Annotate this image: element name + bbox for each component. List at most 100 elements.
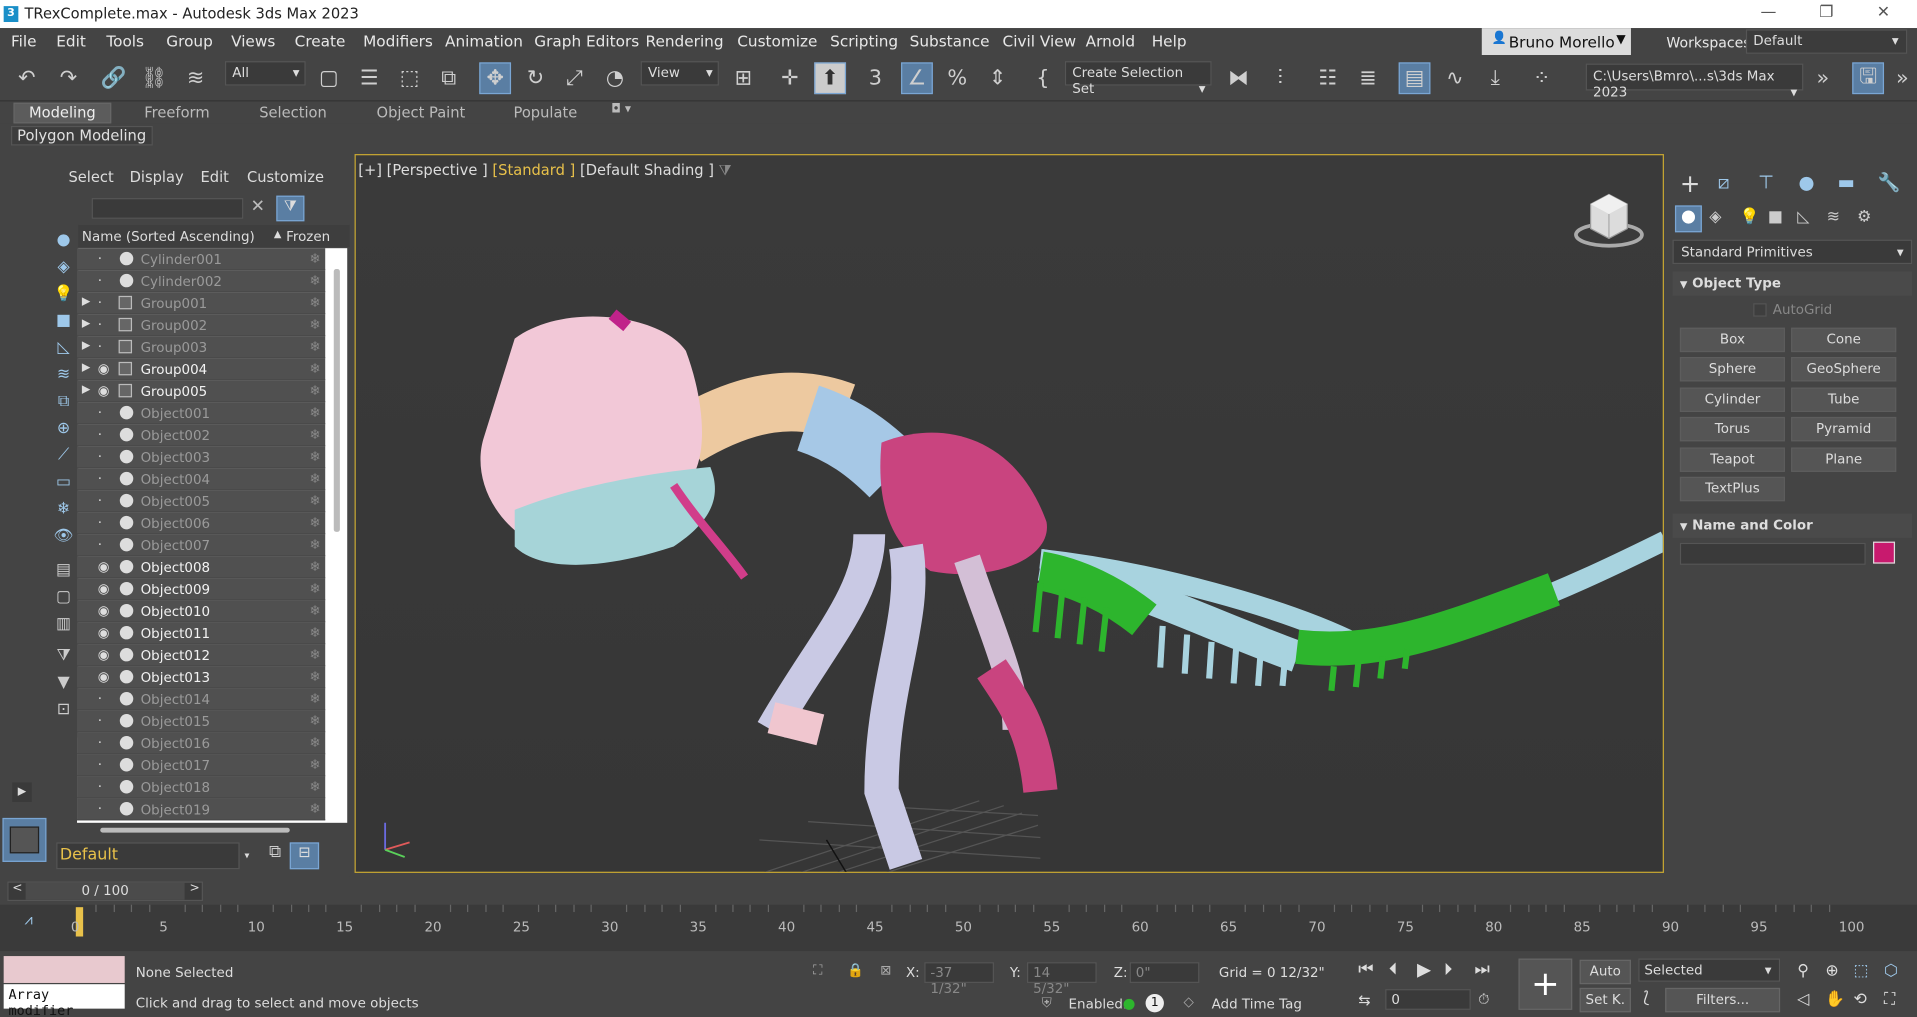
set-key-big-button[interactable]: + [1518, 958, 1573, 1010]
eye-hidden-icon[interactable]: · [98, 471, 102, 487]
hierarchy-tab-icon[interactable]: ⊤ [1758, 171, 1774, 193]
selection-options-icon[interactable]: ⊡ [53, 701, 75, 721]
select-object-icon[interactable]: ▢ [313, 62, 345, 94]
selection-filter-dropdown[interactable]: All ▾ [224, 61, 306, 86]
tab-modeling[interactable]: Modeling [13, 102, 112, 124]
select-place-icon[interactable]: ◔ [599, 62, 631, 94]
freeze-icon[interactable]: ❄ [309, 691, 320, 707]
enabled-count-badge[interactable]: 1 [1145, 993, 1164, 1013]
scene-row[interactable]: · Object019 ❄ [77, 798, 326, 821]
systems-icon[interactable]: ⚙ [1857, 208, 1871, 226]
freeze-icon[interactable]: ❄ [309, 757, 320, 773]
go-to-start-icon[interactable]: ⏮ [1358, 960, 1373, 980]
filter-toggle-icon[interactable]: ⧩ [276, 195, 305, 222]
menu-arnold[interactable]: Arnold [1086, 32, 1135, 50]
eye-hidden-icon[interactable]: · [98, 449, 102, 465]
expand-arrow-icon[interactable]: ▶ [82, 340, 90, 352]
polygon-modeling-label[interactable]: Polygon Modeling [11, 125, 153, 146]
eye-hidden-icon[interactable]: · [98, 757, 102, 773]
maximize-viewport-icon[interactable]: ⛶ [1884, 990, 1895, 1008]
minimize-icon[interactable]: — [1761, 4, 1777, 22]
scene-row[interactable]: · Cylinder001 ❄ [77, 248, 326, 271]
category-dropdown[interactable]: Standard Primitives ▾ [1672, 239, 1913, 265]
scene-row[interactable]: ◉ Object010 ❄ [77, 600, 326, 623]
isolate-icon[interactable]: ⛶ [813, 962, 822, 979]
pan-icon[interactable]: ✋ [1825, 990, 1845, 1008]
display-invert-icon[interactable]: ▥ [53, 615, 75, 635]
eye-hidden-icon[interactable]: · [98, 537, 102, 553]
object-color-swatch[interactable] [1873, 541, 1896, 564]
freeze-icon[interactable]: ❄ [309, 735, 320, 751]
chevron-double-right-icon[interactable]: » [1807, 62, 1839, 94]
select-manipulate-icon[interactable]: ✛ [774, 62, 806, 94]
display-none-icon[interactable]: ▢ [53, 588, 75, 608]
helpers-filter-icon[interactable]: ◺ [53, 339, 75, 359]
box-button[interactable]: Box [1679, 327, 1785, 353]
select-by-name-icon[interactable]: ☰ [353, 62, 385, 94]
zoom-extents-icon[interactable]: ⬚ [1853, 962, 1868, 980]
project-folder-dropdown[interactable]: C:\Users\Bmro\...s\3ds Max 2023 ▾ [1585, 63, 1804, 100]
shapes-filter-icon[interactable]: ◈ [53, 258, 75, 278]
column-frozen[interactable]: Frozen [286, 229, 330, 245]
geosphere-button[interactable]: GeoSphere [1791, 356, 1897, 382]
freeze-icon[interactable]: ❄ [309, 273, 320, 289]
reference-coordinate-dropdown[interactable]: View ▾ [640, 61, 719, 86]
menu-modifiers[interactable]: Modifiers [363, 32, 433, 50]
eye-icon[interactable]: ◉ [98, 581, 110, 597]
user-account-button[interactable]: 👤 Bruno Morello ▼ [1481, 28, 1631, 56]
groups-filter-icon[interactable]: ⧉ [53, 392, 75, 412]
schematic-view-icon[interactable]: ⤓ [1479, 62, 1511, 94]
absolute-mode-icon[interactable]: ⊠ [880, 962, 891, 978]
scene-row[interactable]: ◉ Object011 ❄ [77, 622, 326, 645]
menu-edit[interactable]: Edit [56, 32, 86, 50]
menu-customize[interactable]: Customize [737, 32, 817, 50]
scene-explorer-icon[interactable]: ☷ [1312, 62, 1344, 94]
expand-arrow-icon[interactable]: ▶ [82, 362, 90, 374]
freeze-icon[interactable]: ❄ [309, 625, 320, 641]
close-icon[interactable]: ✕ [1877, 4, 1890, 22]
freeze-icon[interactable]: ❄ [309, 581, 320, 597]
scene-row[interactable]: ▶ · Group003 ❄ [77, 336, 326, 359]
lock-selection-icon[interactable]: 🔒 [847, 962, 864, 978]
teapot-button[interactable]: Teapot [1679, 447, 1785, 472]
freeze-icon[interactable]: ❄ [309, 295, 320, 311]
tab-object-paint[interactable]: Object Paint [377, 104, 466, 121]
clear-search-icon[interactable]: ✕ [251, 197, 265, 217]
eye-hidden-icon[interactable]: · [98, 339, 102, 355]
percent-snap-icon[interactable]: % [941, 62, 973, 94]
expand-icon[interactable]: ▶ [12, 782, 32, 803]
window-crossing-icon[interactable]: ⧉ [433, 62, 465, 94]
explorer-hscrollbar[interactable] [100, 827, 290, 833]
scene-row[interactable]: · Object015 ❄ [77, 710, 326, 733]
display-tab-icon[interactable]: ▬ [1838, 171, 1855, 193]
scene-row[interactable]: · Object006 ❄ [77, 512, 326, 535]
freeze-icon[interactable]: ❄ [309, 493, 320, 509]
maxscript-input[interactable]: Array modifier [3, 984, 125, 1017]
scene-row[interactable]: · Object014 ❄ [77, 688, 326, 711]
explorer-menu-edit[interactable]: Edit [201, 169, 229, 186]
keyboard-shortcut-override-icon[interactable]: ⬆ [814, 62, 847, 95]
eye-hidden-icon[interactable]: · [98, 801, 102, 817]
scene-row[interactable]: · Object005 ❄ [77, 490, 326, 513]
save-icon[interactable]: 🖫 [1852, 62, 1885, 95]
next-frame-icon[interactable]: > [190, 881, 200, 894]
eye-hidden-icon[interactable]: · [98, 273, 102, 289]
tab-freeform[interactable]: Freeform [144, 104, 209, 121]
freeze-icon[interactable]: ❄ [309, 361, 320, 377]
freeze-icon[interactable]: ❄ [309, 713, 320, 729]
viewport-layout-icon[interactable] [2, 817, 47, 862]
eye-hidden-icon[interactable]: · [98, 251, 102, 267]
freeze-icon[interactable]: ❄ [309, 779, 320, 795]
eye-hidden-icon[interactable]: · [98, 515, 102, 531]
bind-space-warp-icon[interactable]: ≋ [180, 62, 212, 94]
select-rotate-icon[interactable]: ↻ [520, 62, 552, 94]
viewport-perspective[interactable]: [+] [Perspective ] [Standard ] [Default … [354, 154, 1664, 873]
eye-icon[interactable]: ◉ [98, 625, 110, 641]
filter-options-icon[interactable]: ▼ [53, 674, 75, 694]
scene-row[interactable]: · Object004 ❄ [77, 468, 326, 491]
lights-icon[interactable]: 💡 [1740, 208, 1760, 226]
time-slider-thumb[interactable]: 0 / 100 [25, 882, 185, 900]
layer-explorer-icon[interactable]: ≣ [1352, 62, 1384, 94]
zoom-icon[interactable]: ⚲ [1797, 962, 1809, 980]
scene-row[interactable]: ◉ Object009 ❄ [77, 578, 326, 601]
